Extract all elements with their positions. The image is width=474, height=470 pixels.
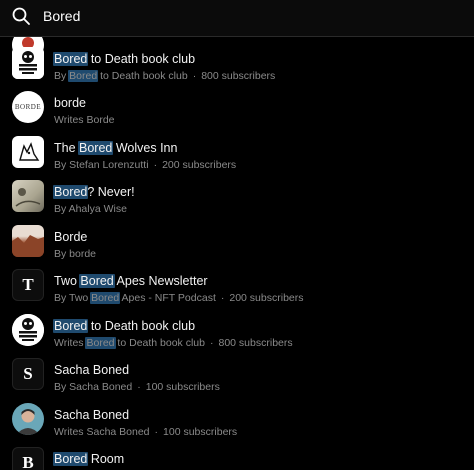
- text-segment: By Ahalya Wise: [54, 203, 127, 215]
- match-highlight: Bored: [78, 141, 114, 155]
- search-result-item[interactable]: Borde By borde: [0, 221, 474, 265]
- wolf-icon: [19, 142, 40, 161]
- search-result-item[interactable]: S Sacha Boned By Sacha Boned · 100 subscribe…: [0, 354, 474, 398]
- search-icon[interactable]: [11, 6, 31, 26]
- separator-dot: ·: [210, 337, 214, 349]
- separator-dot: ·: [137, 381, 141, 393]
- result-title: Bored to Death book club: [53, 51, 196, 67]
- text-segment: to Death book club: [114, 337, 205, 349]
- skull-logo-icon: [12, 314, 44, 346]
- search-result-item[interactable]: Sacha Boned Writes Sacha Boned · 100 subscr…: [0, 399, 474, 443]
- separator-dot: ·: [192, 70, 197, 82]
- subscriber-count: 100 subscribers: [163, 426, 238, 438]
- result-subtitle: By Two Bored Apes - NFT Podcast · 200 subs…: [54, 291, 304, 305]
- search-result-item[interactable]: Bored to Death book club Writes Bored to …: [0, 310, 474, 354]
- letter-t-icon: T: [12, 269, 44, 301]
- text-segment: By Sacha Boned: [54, 381, 133, 393]
- person-photo-icon: [16, 409, 40, 435]
- search-result-item[interactable]: The Bored Wolves Inn By Stefan Lorenzutti…: [0, 132, 474, 176]
- search-bar: [0, 0, 474, 37]
- text-segment: By: [54, 70, 70, 82]
- result-title: Two Bored Apes Newsletter: [54, 273, 208, 289]
- match-highlight: Bored: [53, 452, 89, 466]
- search-input[interactable]: [43, 4, 443, 28]
- text-segment: Wolves Inn: [112, 141, 178, 155]
- search-results-list: Bored to Death book club By Bored to Deat…: [0, 37, 474, 470]
- text-segment: By Two: [54, 292, 92, 304]
- text-segment: to Death book club: [87, 319, 196, 333]
- subscriber-count: 100 subscribers: [145, 381, 220, 393]
- subscriber-count: 800 subscribers: [201, 70, 276, 82]
- avatar: [12, 225, 44, 257]
- result-subtitle: Writes Borde: [54, 113, 115, 127]
- skull-logo-icon: [12, 47, 44, 79]
- text-segment: By Stefan Lorenzutti: [54, 159, 149, 171]
- result-subtitle: Writes Bored to Death book club · 800 subs…: [54, 336, 293, 350]
- letter-s-icon: S: [12, 358, 44, 390]
- letter-b-icon: B: [12, 447, 44, 470]
- result-subtitle: By borde: [54, 247, 96, 261]
- text-segment: Sacha Boned: [54, 363, 130, 377]
- result-title: Bored Room: [53, 451, 125, 467]
- result-title: Bored to Death book club: [53, 318, 196, 334]
- result-subtitle: By Bored to Death book club · 800 subscrib…: [54, 69, 275, 83]
- result-title: Sacha Boned: [54, 407, 129, 423]
- result-title: borde: [54, 95, 86, 111]
- text-segment: By borde: [54, 248, 97, 260]
- text-segment: Writes Borde: [54, 114, 115, 126]
- result-title: The Bored Wolves Inn: [54, 140, 177, 156]
- match-highlight: Bored: [53, 319, 89, 333]
- borde-logo-icon: BORDE: [12, 91, 44, 123]
- rock-photo-icon: [12, 235, 44, 257]
- text-segment: Apes - NFT Podcast: [119, 292, 216, 304]
- text-segment: Apes Newsletter: [113, 274, 208, 288]
- avatar: [12, 47, 44, 79]
- match-highlight: Bored: [53, 52, 89, 66]
- result-title: Bored? Never!: [53, 184, 135, 200]
- avatar: [12, 314, 44, 346]
- result-title: Borde: [54, 229, 87, 245]
- text-segment: The: [54, 141, 80, 155]
- result-subtitle: By Stefan Lorenzutti · 200 subscribers: [54, 158, 236, 172]
- match-highlight: Bored: [68, 70, 99, 82]
- match-highlight: Bored: [79, 274, 115, 288]
- search-result-item[interactable]: Bored to Death book club By Bored to Deat…: [0, 43, 474, 87]
- result-subtitle: By Sacha Boned · 100 subscribers: [54, 380, 220, 394]
- match-highlight: Bored: [85, 337, 116, 349]
- result-subtitle: Writes Sacha Boned · 100 subscribers: [54, 425, 237, 439]
- separator-dot: ·: [153, 159, 158, 171]
- avatar: [12, 403, 44, 435]
- avatar: [12, 136, 44, 168]
- text-segment: Sacha Boned: [54, 408, 130, 422]
- text-segment: Writes: [54, 337, 87, 349]
- search-result-item[interactable]: B Bored Room: [0, 443, 474, 470]
- text-segment: Two: [54, 274, 81, 288]
- match-highlight: Bored: [53, 185, 89, 199]
- text-segment: ? Never!: [87, 185, 135, 199]
- text-segment: to Death book club: [87, 52, 196, 66]
- search-result-item[interactable]: BORDE borde Writes Borde: [0, 87, 474, 131]
- subscriber-count: 800 subscribers: [218, 337, 293, 349]
- search-result-item[interactable]: Bored? Never! By Ahalya Wise: [0, 176, 474, 220]
- separator-dot: ·: [154, 426, 159, 438]
- separator-dot: ·: [220, 292, 225, 304]
- match-highlight: Bored: [90, 292, 121, 304]
- text-segment: to Death book club: [97, 70, 188, 82]
- sketch-photo-icon: [15, 188, 41, 207]
- text-segment: Room: [87, 452, 125, 466]
- search-result-item[interactable]: T Two Bored Apes Newsletter By Two Bored A…: [0, 265, 474, 309]
- result-subtitle: By Ahalya Wise: [54, 202, 127, 216]
- text-segment: Borde: [54, 230, 88, 244]
- avatar: [12, 180, 44, 212]
- text-segment: borde: [54, 96, 86, 110]
- text-segment: Writes Sacha Boned: [54, 426, 150, 438]
- subscriber-count: 200 subscribers: [162, 159, 237, 171]
- subscriber-count: 200 subscribers: [229, 292, 304, 304]
- result-title: Sacha Boned: [54, 362, 129, 378]
